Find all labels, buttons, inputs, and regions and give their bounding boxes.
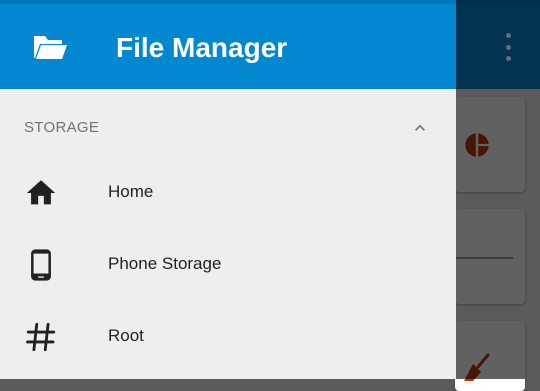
app-title: File Manager bbox=[116, 32, 288, 63]
drawer-item-phone-storage[interactable]: Phone Storage bbox=[0, 228, 456, 300]
drawer-item-label: Phone Storage bbox=[108, 254, 222, 273]
folder-open-icon bbox=[34, 36, 67, 59]
section-label: STORAGE bbox=[24, 119, 100, 136]
drawer-header: File Manager bbox=[0, 0, 456, 89]
drawer-item-home[interactable]: Home bbox=[0, 156, 456, 228]
drawer-item-label: Root bbox=[108, 326, 144, 345]
status-bar bbox=[0, 0, 456, 4]
storage-section-header[interactable]: STORAGE bbox=[0, 108, 456, 148]
home-icon bbox=[26, 180, 56, 205]
drawer-item-label: Home bbox=[108, 182, 154, 201]
chevron-up-icon[interactable] bbox=[410, 118, 430, 138]
hash-icon bbox=[26, 322, 56, 352]
phone-icon bbox=[31, 249, 51, 281]
drawer-item-root[interactable]: Root bbox=[0, 300, 456, 372]
overflow-menu-icon[interactable] bbox=[498, 33, 518, 61]
navigation-drawer: File Manager STORAGE Home Phone Storage … bbox=[0, 0, 456, 379]
